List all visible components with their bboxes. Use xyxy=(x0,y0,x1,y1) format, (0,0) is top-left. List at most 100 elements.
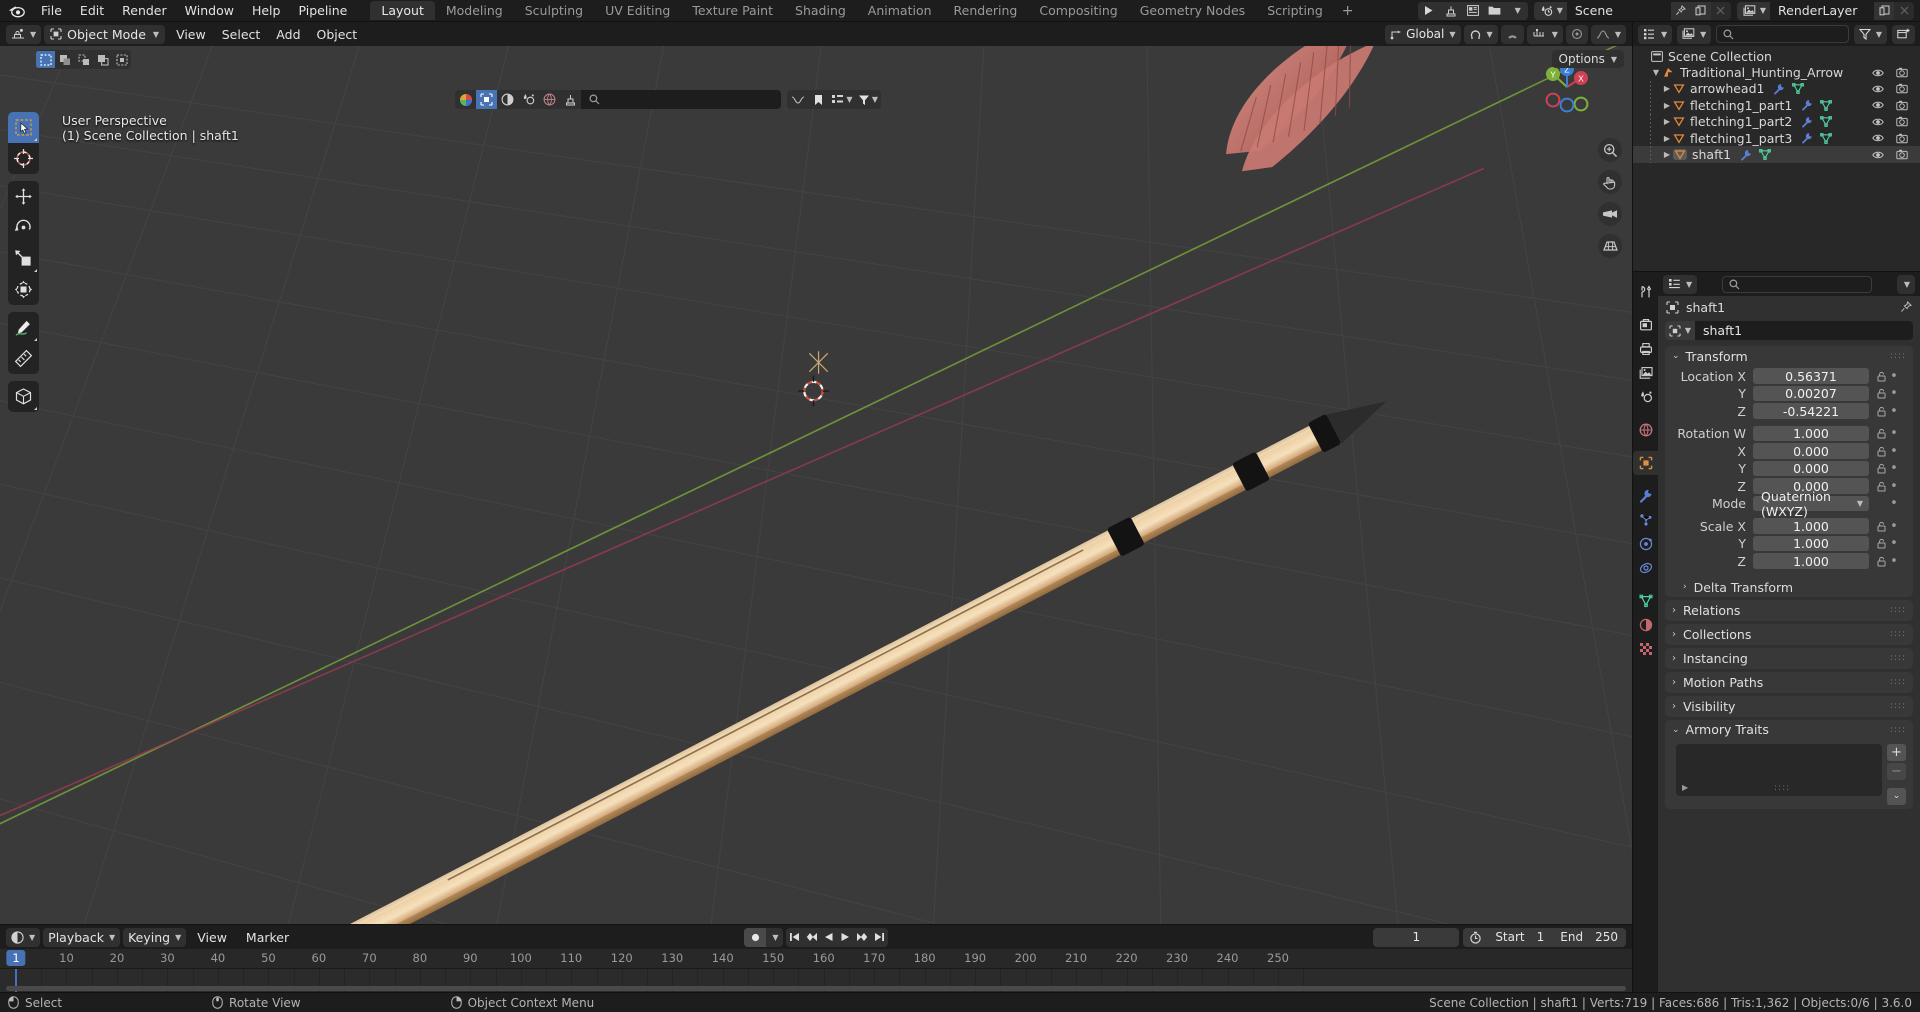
panel-instancing[interactable]: › Instancing :::: xyxy=(1665,647,1913,669)
disable-in-render-icon[interactable] xyxy=(1896,116,1908,127)
outliner-search-input[interactable] xyxy=(1716,25,1849,43)
properties-search-input[interactable] xyxy=(1722,275,1872,293)
properties-texture-tab[interactable] xyxy=(1633,637,1658,661)
prev-keyframe-button[interactable] xyxy=(803,928,820,947)
scene-props-icon[interactable] xyxy=(518,90,539,109)
move-tool[interactable] xyxy=(8,181,39,212)
menu-file[interactable]: File xyxy=(32,2,71,20)
play-button[interactable] xyxy=(837,928,854,947)
menu-edit[interactable]: Edit xyxy=(71,2,113,20)
delta-transform-subpanel[interactable]: › Delta Transform xyxy=(1665,578,1913,597)
scale-tool[interactable] xyxy=(8,243,39,274)
object-datablock-icon[interactable]: ▼ xyxy=(1665,321,1695,340)
property-value-field[interactable]: 1.000 xyxy=(1753,535,1869,552)
modifier-icon[interactable] xyxy=(1801,132,1813,144)
properties-scene-tab[interactable] xyxy=(1633,385,1658,409)
animate-property-icon[interactable]: • xyxy=(1888,444,1900,459)
outliner-editor-type-button[interactable]: ▼ xyxy=(1638,24,1673,44)
armory-traits-header[interactable]: ⌄ Armory Traits :::: xyxy=(1665,720,1913,740)
hide-in-viewport-icon[interactable] xyxy=(1872,100,1884,110)
hide-in-viewport-icon[interactable] xyxy=(1872,68,1884,78)
folder-icon[interactable] xyxy=(1484,2,1506,20)
animate-property-icon[interactable]: • xyxy=(1888,386,1900,401)
animate-property-icon[interactable]: • xyxy=(1888,461,1900,476)
expand-icon[interactable]: ▶ xyxy=(1682,783,1688,792)
properties-object-tab[interactable] xyxy=(1633,451,1658,475)
playback-menu[interactable]: Playback ▼ xyxy=(43,927,121,947)
end-frame-field[interactable]: End 250 xyxy=(1552,928,1626,947)
properties-constraints-tab[interactable] xyxy=(1633,556,1658,580)
property-value-field[interactable]: 1.000 xyxy=(1753,518,1869,534)
tool-props-icon[interactable] xyxy=(560,90,581,109)
workspace-tab-rendering[interactable]: Rendering xyxy=(943,1,1029,20)
new-scene-icon[interactable] xyxy=(1690,1,1711,20)
workspace-tab-compositing[interactable]: Compositing xyxy=(1028,1,1128,20)
world-props-icon[interactable] xyxy=(539,90,560,109)
viewport-falloff-icon[interactable] xyxy=(787,90,808,109)
scene-name[interactable]: Scene xyxy=(1566,1,1671,20)
traits-menu-button[interactable]: ⌄ xyxy=(1887,787,1906,805)
timeline-ruler[interactable]: 1 10 20 30 40 50 60 70 80 90 100 110 120 130 140 150 160… xyxy=(0,949,1632,969)
expand-icon[interactable]: ▶ xyxy=(1661,84,1673,93)
outliner-item-fletching1_part3[interactable]: ▶ fletching1_part3 xyxy=(1633,129,1920,147)
workspace-tab-geometry-nodes[interactable]: Geometry Nodes xyxy=(1129,1,1256,20)
property-value-field[interactable]: 0.000 xyxy=(1753,460,1869,477)
pin-scene-icon[interactable] xyxy=(1670,1,1691,20)
outliner-scene-collection-row[interactable]: Scene Collection xyxy=(1633,48,1920,64)
outliner-item-arrowhead1[interactable]: ▶ arrowhead1 xyxy=(1633,80,1920,98)
auto-keying-toggle[interactable]: ▼ xyxy=(744,927,783,947)
mode-selector[interactable]: Object Mode ▼ xyxy=(44,24,166,44)
menu-help[interactable]: Help xyxy=(243,2,290,20)
properties-render-tab[interactable] xyxy=(1633,313,1658,337)
animate-property-icon[interactable]: • xyxy=(1888,554,1900,569)
traits-listbox[interactable]: ▶ :::: xyxy=(1676,743,1882,796)
mesh-data-icon[interactable] xyxy=(1792,83,1805,95)
lock-icon[interactable] xyxy=(1874,388,1888,399)
delete-scene-icon[interactable] xyxy=(1710,1,1731,20)
playhead-label[interactable]: 1 xyxy=(6,950,26,966)
mesh-data-icon[interactable] xyxy=(1820,99,1833,111)
modifier-icon[interactable] xyxy=(1801,99,1813,111)
lock-icon[interactable] xyxy=(1874,371,1888,382)
zoom-view-icon[interactable] xyxy=(1598,138,1622,162)
outliner-item-fletching1_part2[interactable]: ▶ fletching1_part2 xyxy=(1633,113,1920,130)
animate-property-icon[interactable]: • xyxy=(1888,496,1900,511)
properties-data-tab[interactable] xyxy=(1633,589,1658,613)
expand-icon[interactable]: ▶ xyxy=(1661,134,1673,143)
filter-icon[interactable]: ▼ xyxy=(855,90,881,109)
animate-property-icon[interactable]: • xyxy=(1888,369,1900,384)
properties-editor-type-button[interactable]: ▼ xyxy=(1663,274,1698,294)
camera-view-icon[interactable] xyxy=(1598,202,1622,226)
panel-visibility[interactable]: › Visibility :::: xyxy=(1665,695,1913,717)
disable-in-render-icon[interactable] xyxy=(1896,100,1908,111)
properties-view-layer-tab[interactable] xyxy=(1633,361,1658,385)
lock-icon[interactable] xyxy=(1874,556,1888,567)
select-box-icon[interactable] xyxy=(36,51,55,68)
mesh-data-icon[interactable] xyxy=(1759,149,1772,160)
disable-in-render-icon[interactable] xyxy=(1896,67,1908,78)
proportional-edit-button[interactable] xyxy=(1565,24,1588,44)
timeline-marker-menu[interactable]: Marker xyxy=(238,928,297,947)
mesh-data-icon[interactable] xyxy=(1820,132,1833,144)
workspace-tab-texture-paint[interactable]: Texture Paint xyxy=(681,1,784,20)
3d-viewport[interactable]: ▼ ▼ Options ▼ User Perspective (1) Scene … xyxy=(0,46,1632,924)
snap-increment-button[interactable]: ▼ xyxy=(1526,24,1563,44)
select-intersect-icon[interactable] xyxy=(112,51,131,68)
workspace-tab-animation[interactable]: Animation xyxy=(857,1,943,20)
scene-selector[interactable]: ▼ Scene xyxy=(1533,1,1731,20)
rotate-tool[interactable] xyxy=(8,212,39,243)
modifier-icon[interactable] xyxy=(1773,83,1785,95)
snap-target-button[interactable]: ▼ xyxy=(1463,24,1498,44)
proportional-falloff-button[interactable]: ▼ xyxy=(1590,24,1626,44)
annotate-tool[interactable] xyxy=(8,312,39,343)
workspace-tab-sculpting[interactable]: Sculpting xyxy=(514,1,594,20)
properties-material-tab[interactable] xyxy=(1633,613,1658,637)
property-value-field[interactable]: 1.000 xyxy=(1753,553,1869,569)
outliner-filter-mode-icon[interactable]: ▼ xyxy=(829,90,855,109)
workspace-tab-layout[interactable]: Layout xyxy=(370,1,435,20)
hide-in-viewport-icon[interactable] xyxy=(1872,117,1884,127)
transform-panel-header[interactable]: ⌄ Transform :::: xyxy=(1665,346,1913,366)
add-cube-tool[interactable] xyxy=(8,381,39,412)
outliner-tree[interactable]: Scene Collection ▼ Traditional_Hunting_A… xyxy=(1633,46,1920,271)
animate-property-icon[interactable]: • xyxy=(1888,519,1900,534)
